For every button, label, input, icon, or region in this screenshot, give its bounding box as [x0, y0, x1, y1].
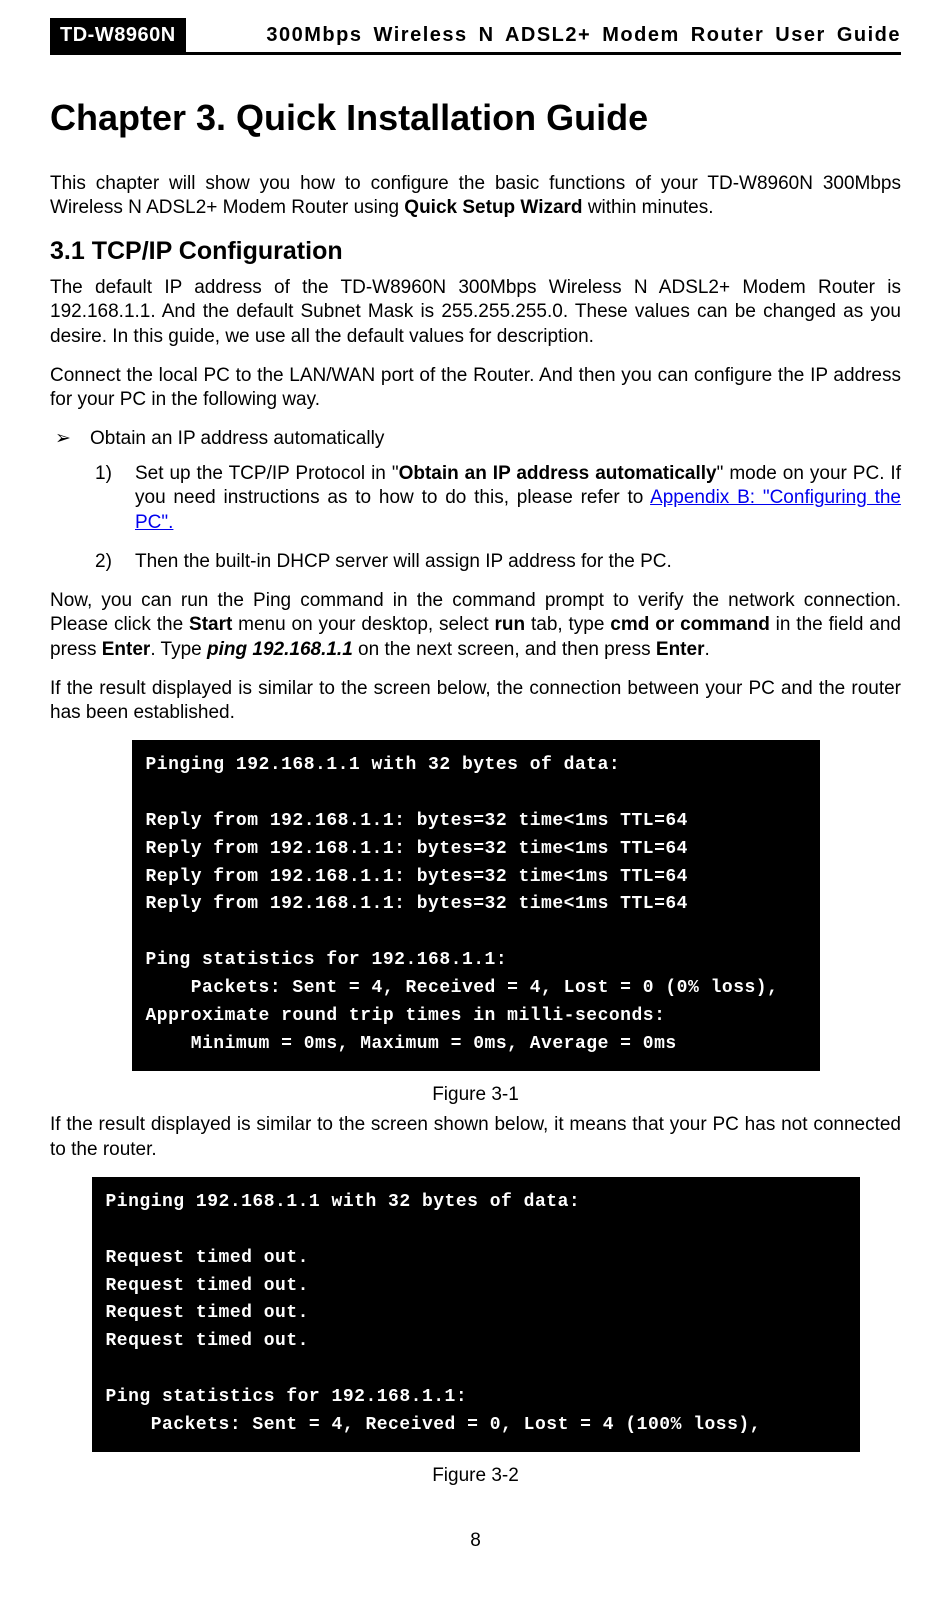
step-2: 2) Then the built-in DHCP server will as…: [95, 550, 901, 575]
section-p1: The default IP address of the TD-W8960N …: [50, 276, 901, 350]
section-p5: If the result displayed is similar to th…: [50, 1113, 901, 1162]
section-p4: If the result displayed is similar to th…: [50, 677, 901, 726]
bullet-text: Obtain an IP address automatically: [90, 427, 384, 452]
terminal-output-success: Pinging 192.168.1.1 with 32 bytes of dat…: [132, 740, 820, 1071]
p3i: . Type: [150, 639, 207, 660]
page-number: 8: [50, 1529, 901, 1554]
p3c: menu on your desktop, select: [232, 614, 494, 635]
p3e: tab, type: [525, 614, 610, 635]
chapter-intro: This chapter will show you how to config…: [50, 172, 901, 221]
p3f: cmd or command: [610, 614, 770, 635]
step-1-content: Set up the TCP/IP Protocol in "Obtain an…: [135, 462, 901, 536]
p3l: Enter: [656, 639, 705, 660]
step-1-number: 1): [95, 462, 135, 536]
section-p3: Now, you can run the Ping command in the…: [50, 589, 901, 663]
step-2-number: 2): [95, 550, 135, 575]
section-p2: Connect the local PC to the LAN/WAN port…: [50, 364, 901, 413]
step1-bold: Obtain an IP address automatically: [399, 463, 717, 484]
bullet-marker-icon: ➢: [55, 427, 90, 452]
guide-title: 300Mbps Wireless N ADSL2+ Modem Router U…: [186, 18, 901, 52]
section-title: 3.1 TCP/IP Configuration: [50, 235, 901, 268]
model-badge: TD-W8960N: [50, 18, 186, 52]
chapter-title: Chapter 3. Quick Installation Guide: [50, 95, 901, 142]
p3m: .: [704, 639, 709, 660]
p3b: Start: [189, 614, 232, 635]
figure-3-2-label: Figure 3-2: [50, 1464, 901, 1489]
bullet-item: ➢ Obtain an IP address automatically: [55, 427, 901, 452]
p3h: Enter: [102, 639, 151, 660]
p3k: on the next screen, and then press: [353, 639, 656, 660]
terminal-output-fail: Pinging 192.168.1.1 with 32 bytes of dat…: [92, 1177, 860, 1452]
step1-pre: Set up the TCP/IP Protocol in ": [135, 463, 399, 484]
p3j: ping 192.168.1.1: [207, 639, 353, 660]
intro-post: within minutes.: [583, 197, 714, 218]
intro-bold: Quick Setup Wizard: [404, 197, 582, 218]
p3d: run: [495, 614, 526, 635]
figure-3-1-label: Figure 3-1: [50, 1083, 901, 1108]
step-1: 1) Set up the TCP/IP Protocol in "Obtain…: [95, 462, 901, 536]
step-2-content: Then the built-in DHCP server will assig…: [135, 550, 901, 575]
numbered-list: 1) Set up the TCP/IP Protocol in "Obtain…: [95, 462, 901, 575]
page-header: TD-W8960N 300Mbps Wireless N ADSL2+ Mode…: [50, 18, 901, 55]
